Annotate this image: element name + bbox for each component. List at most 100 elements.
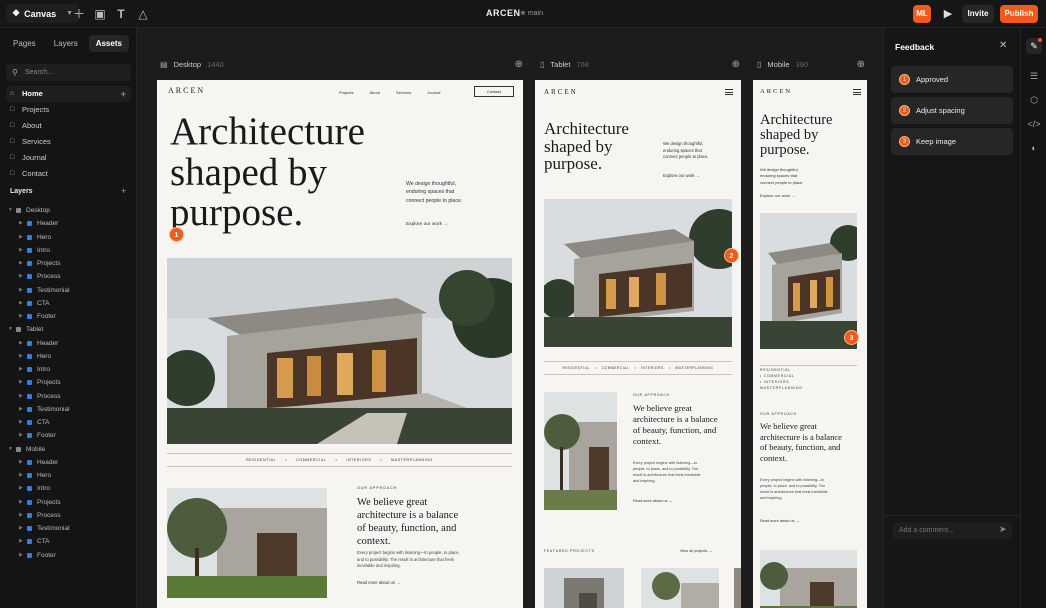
layer-frame-desktop[interactable]: ▼ Desktop xyxy=(6,204,131,217)
brand-logo[interactable]: ARCEN xyxy=(168,86,205,95)
layer-item-testimonial[interactable]: ▶ Testimonial xyxy=(6,403,131,416)
chevron-right-icon[interactable]: ▶ xyxy=(19,297,23,310)
nav-link-projects[interactable]: Projects xyxy=(339,90,353,95)
layer-item-projects[interactable]: ▶ Projects xyxy=(6,257,131,270)
frame-header-tablet[interactable]: ▯ Tablet 768 ⊕ xyxy=(540,57,740,73)
page-item-home[interactable]: ⌂ Home + xyxy=(6,86,131,102)
canvas[interactable]: ▤ Desktop 1440 ⊕ ▯ Tablet 768 ⊕ ▯ Mobile 390 ⊕… xyxy=(137,28,883,608)
chevron-right-icon[interactable]: ▶ xyxy=(19,257,23,270)
app-menu-button[interactable]: ❖ Canvas ▼ xyxy=(6,4,80,23)
page-item-services[interactable]: □ Services xyxy=(6,134,131,150)
tab-assets[interactable]: Assets xyxy=(88,35,129,52)
category-masterplanning[interactable]: MASTERPLANNING xyxy=(676,366,714,370)
layer-item-intro[interactable]: ▶ Intro xyxy=(6,363,131,376)
feedback-item[interactable]: 1 Approved xyxy=(891,66,1013,93)
explore-link[interactable]: Explore our work → xyxy=(406,222,448,227)
menu-icon[interactable] xyxy=(725,89,733,95)
layer-frame-tablet[interactable]: ▼ Tablet xyxy=(6,323,131,336)
add-breakpoint-icon[interactable]: ⊕ xyxy=(857,57,865,73)
chevron-right-icon[interactable]: ▶ xyxy=(19,522,23,535)
project-name[interactable]: ARCEN xyxy=(486,8,521,18)
category-masterplanning[interactable]: MASTERPLANNING xyxy=(760,386,857,392)
plus-icon[interactable]: ＋ xyxy=(72,7,86,21)
category-masterplanning[interactable]: MASTERPLANNING xyxy=(391,458,433,462)
chevron-right-icon[interactable]: ▶ xyxy=(19,429,23,442)
invite-button[interactable]: Invite xyxy=(962,5,994,23)
chevron-down-icon[interactable]: ▼ xyxy=(8,323,13,336)
chevron-right-icon[interactable]: ▶ xyxy=(19,217,23,230)
layer-item-testimonial[interactable]: ▶ Testimonial xyxy=(6,284,131,297)
project-thumb[interactable] xyxy=(734,568,741,608)
sliders-icon[interactable]: ☰ xyxy=(1026,68,1042,84)
feedback-item[interactable]: 2 Adjust spacing xyxy=(891,97,1013,124)
add-layer-icon[interactable]: + xyxy=(121,186,126,196)
chevron-right-icon[interactable]: ▶ xyxy=(19,416,23,429)
category-commercial[interactable]: COMMERCIAL xyxy=(296,458,326,462)
chevron-right-icon[interactable]: ▶ xyxy=(19,482,23,495)
chevron-right-icon[interactable]: ▶ xyxy=(19,337,23,350)
explore-link[interactable]: Explore our work → xyxy=(760,193,795,198)
category-interiors[interactable]: INTERIORS xyxy=(641,366,664,370)
feedback-item[interactable]: 3 Keep image xyxy=(891,128,1013,155)
page-item-about[interactable]: □ About xyxy=(6,118,131,134)
comment-pin[interactable]: 3 xyxy=(844,330,859,345)
project-thumb[interactable] xyxy=(641,568,719,608)
chevron-right-icon[interactable]: ▶ xyxy=(19,535,23,548)
send-icon[interactable]: ➤ xyxy=(999,524,1007,535)
read-more-link[interactable]: Read more about us → xyxy=(633,499,672,503)
layer-item-footer[interactable]: ▶ Footer xyxy=(6,310,131,323)
layer-item-projects[interactable]: ▶ Projects xyxy=(6,496,131,509)
category-interiors[interactable]: INTERIORS xyxy=(346,458,371,462)
contact-button[interactable]: Contact xyxy=(474,86,514,97)
add-breakpoint-icon[interactable]: ⊕ xyxy=(515,57,523,73)
add-page-icon[interactable]: + xyxy=(121,86,126,102)
brand-logo[interactable]: ARCEN xyxy=(544,88,578,96)
layer-item-cta[interactable]: ▶ CTA xyxy=(6,535,131,548)
chevron-right-icon[interactable]: ▶ xyxy=(19,363,23,376)
brand-logo[interactable]: ARCEN xyxy=(760,88,792,95)
chevron-right-icon[interactable]: ▶ xyxy=(19,310,23,323)
chevron-right-icon[interactable]: ▶ xyxy=(19,390,23,403)
code-icon[interactable]: </> xyxy=(1026,116,1042,132)
tab-layers[interactable]: Layers xyxy=(47,35,85,52)
layer-item-process[interactable]: ▶ Process xyxy=(6,270,131,283)
page-item-journal[interactable]: □ Journal xyxy=(6,150,131,166)
frame-header-mobile[interactable]: ▯ Mobile 390 ⊕ xyxy=(757,57,865,73)
chevron-down-icon[interactable]: ▼ xyxy=(8,204,13,217)
frame-icon[interactable]: ▣ xyxy=(93,7,107,21)
comment-input[interactable]: Add a comment... xyxy=(893,522,1012,539)
play-icon[interactable]: ▶ xyxy=(940,6,956,22)
tablet-frame[interactable]: ARCEN Architecture shaped by purpose. We… xyxy=(535,80,741,608)
nav-link-journal[interactable]: Journal xyxy=(427,90,440,95)
chevron-right-icon[interactable]: ▶ xyxy=(19,496,23,509)
layer-item-intro[interactable]: ▶ Intro xyxy=(6,482,131,495)
nav-link-services[interactable]: Services xyxy=(396,90,411,95)
page-item-projects[interactable]: □ Projects xyxy=(6,102,131,118)
read-more-link[interactable]: Read more about us → xyxy=(357,580,400,585)
chevron-right-icon[interactable]: ▶ xyxy=(19,403,23,416)
layer-item-projects[interactable]: ▶ Projects xyxy=(6,376,131,389)
close-icon[interactable]: ✕ xyxy=(999,40,1007,51)
chevron-right-icon[interactable]: ▶ xyxy=(19,244,23,257)
add-breakpoint-icon[interactable]: ⊕ xyxy=(732,57,740,73)
layer-item-header[interactable]: ▶ Header xyxy=(6,337,131,350)
theme-icon[interactable]: ◐ xyxy=(1026,140,1042,156)
branch-selector[interactable]: ⋇ main xyxy=(520,9,543,17)
layer-item-hero[interactable]: ▶ Hero xyxy=(6,469,131,482)
chevron-right-icon[interactable]: ▶ xyxy=(19,350,23,363)
text-icon[interactable]: T xyxy=(114,7,128,21)
avatar[interactable]: ML xyxy=(913,5,931,23)
chevron-right-icon[interactable]: ▶ xyxy=(19,270,23,283)
layer-item-header[interactable]: ▶ Header xyxy=(6,217,131,230)
layer-item-cta[interactable]: ▶ CTA xyxy=(6,416,131,429)
layer-item-process[interactable]: ▶ Process xyxy=(6,390,131,403)
layer-item-footer[interactable]: ▶ Footer xyxy=(6,549,131,562)
menu-icon[interactable] xyxy=(853,89,861,95)
cube-icon[interactable]: ⬡ xyxy=(1026,92,1042,108)
comment-pin[interactable]: 1 xyxy=(169,227,184,242)
layer-item-process[interactable]: ▶ Process xyxy=(6,509,131,522)
layer-frame-mobile[interactable]: ▼ Mobile xyxy=(6,443,131,456)
chevron-right-icon[interactable]: ▶ xyxy=(19,469,23,482)
warning-icon[interactable]: △ xyxy=(136,7,150,21)
tab-pages[interactable]: Pages xyxy=(6,35,43,52)
